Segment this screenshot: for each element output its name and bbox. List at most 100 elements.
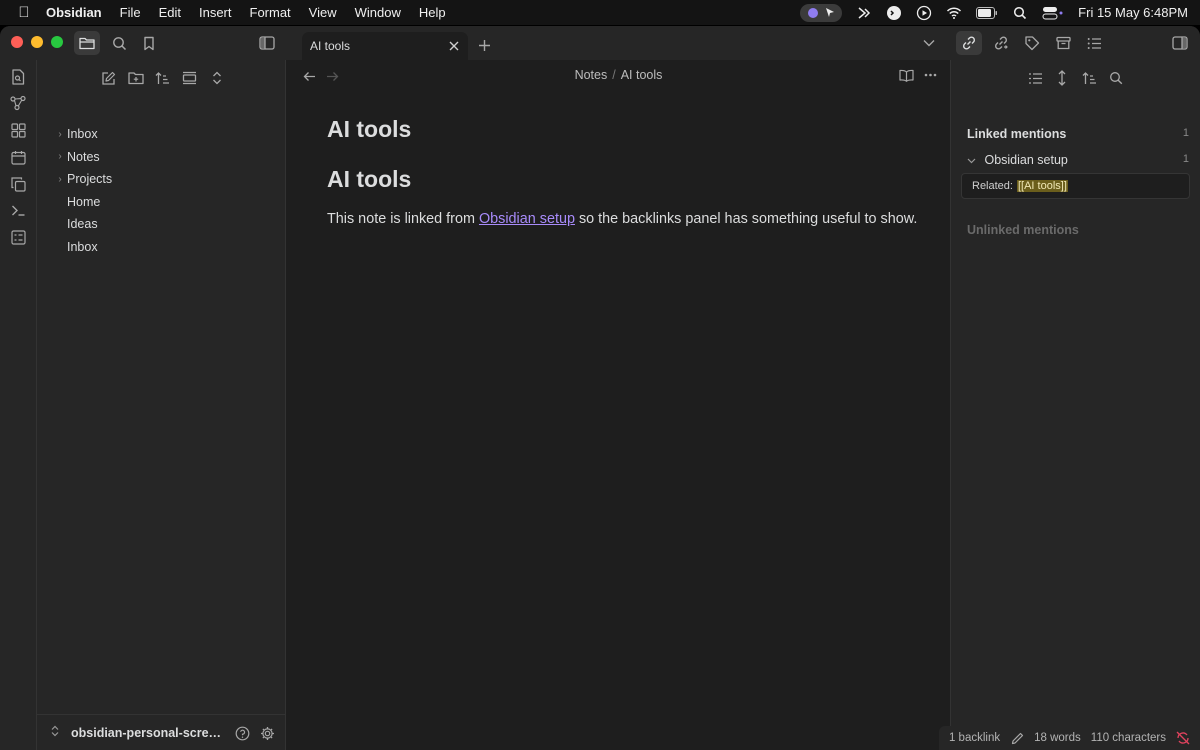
tree-file-home[interactable]: Home: [37, 191, 286, 214]
sync-status-button[interactable]: [1176, 731, 1190, 745]
breadcrumb-separator: /: [612, 68, 616, 82]
outgoing-links-tab-button[interactable]: [988, 31, 1014, 55]
menu-format[interactable]: Format: [250, 5, 291, 20]
new-note-button[interactable]: [97, 68, 120, 88]
open-bases-button[interactable]: [9, 228, 27, 246]
insert-template-button[interactable]: [9, 175, 27, 193]
linked-mentions-header[interactable]: Linked mentions 1: [967, 127, 1189, 141]
list-icon: [1028, 72, 1042, 84]
control-center-icon[interactable]: [1042, 5, 1064, 21]
file-search-icon: [12, 69, 25, 85]
search-tab-button[interactable]: [106, 31, 132, 55]
tree-folder-notes[interactable]: › Notes: [37, 146, 286, 169]
snippet-highlighted-link[interactable]: [[AI tools]]: [1016, 180, 1068, 192]
chevron-right-icon: ›: [58, 173, 62, 185]
book-open-icon: [898, 69, 914, 82]
backlink-source-obsidian-setup[interactable]: Obsidian setup 1: [967, 153, 1189, 167]
inline-title[interactable]: AI tools: [327, 116, 927, 146]
minimize-window-button[interactable]: [31, 36, 43, 48]
close-window-button[interactable]: [11, 36, 23, 48]
archive-tab-button[interactable]: [1050, 31, 1076, 55]
status-backlinks-count[interactable]: 1 backlink: [949, 732, 1000, 744]
menu-help[interactable]: Help: [419, 5, 446, 20]
backlinks-link-icon: [962, 36, 976, 50]
breadcrumb-file[interactable]: AI tools: [621, 68, 663, 82]
sort-ascending-icon: [1082, 72, 1096, 84]
help-button[interactable]: [233, 724, 251, 742]
open-quick-switcher-button[interactable]: [9, 68, 27, 86]
collapse-results-button[interactable]: [1026, 69, 1044, 87]
menu-edit[interactable]: Edit: [159, 5, 181, 20]
tree-file-ideas[interactable]: Ideas: [37, 213, 286, 236]
tag-icon: [1025, 36, 1040, 51]
tree-item-label: Inbox: [67, 239, 98, 254]
settings-button[interactable]: [258, 724, 276, 742]
toggle-left-sidebar-button[interactable]: [254, 31, 280, 55]
change-sort-order-backlinks-button[interactable]: [1080, 69, 1098, 87]
open-daily-note-button[interactable]: [9, 148, 27, 166]
menu-view[interactable]: View: [309, 5, 337, 20]
chevron-right-icon: ›: [58, 128, 62, 140]
close-tab-button[interactable]: [446, 38, 462, 54]
chevrons-up-down-icon: [212, 71, 221, 85]
breadcrumb-folder[interactable]: Notes: [575, 68, 608, 82]
folder-plus-icon: [127, 72, 144, 85]
tab-ai-tools[interactable]: AI tools: [302, 32, 468, 60]
macos-menubar:  Obsidian File Edit Insert Format View …: [0, 0, 1200, 25]
terminal-app-icon[interactable]: [886, 5, 902, 21]
screen-recording-indicator[interactable]: [800, 3, 843, 22]
battery-icon[interactable]: [976, 5, 998, 21]
sidebar-right-icon: [1172, 36, 1188, 50]
tree-folder-projects[interactable]: › Projects: [37, 168, 286, 191]
collapse-all-button[interactable]: [205, 68, 228, 88]
editor-pane: Notes / AI tools AI tools AI tools This no…: [287, 60, 950, 750]
edit-icon: [102, 71, 116, 85]
new-tab-button[interactable]: [471, 33, 497, 57]
show-more-context-button[interactable]: [1053, 69, 1071, 87]
zoom-window-button[interactable]: [51, 36, 63, 48]
note-content[interactable]: AI tools AI tools This note is linked fr…: [327, 116, 927, 229]
menu-window[interactable]: Window: [355, 5, 401, 20]
tree-folder-inbox[interactable]: › Inbox: [37, 123, 286, 146]
move-vertical-icon: [1058, 70, 1066, 86]
internal-link-obsidian-setup[interactable]: Obsidian setup: [479, 211, 575, 227]
shortcut-app-icon[interactable]: [856, 5, 872, 21]
play-icon[interactable]: [916, 5, 932, 21]
tab-list-dropdown-button[interactable]: [916, 31, 942, 55]
tree-item-label: Inbox: [67, 127, 98, 142]
toggle-right-sidebar-button[interactable]: [1167, 31, 1193, 55]
menu-app-name[interactable]: Obsidian: [46, 5, 102, 20]
open-graph-view-button[interactable]: [9, 94, 27, 112]
view-actions: [898, 67, 938, 83]
menu-insert[interactable]: Insert: [199, 5, 232, 20]
unlinked-mentions-header[interactable]: Unlinked mentions: [967, 223, 1079, 237]
menu-file[interactable]: File: [120, 5, 141, 20]
gear-icon: [260, 726, 274, 740]
open-canvas-button[interactable]: [9, 121, 27, 139]
screen-share-icon: [807, 7, 818, 18]
spotlight-search-icon[interactable]: [1012, 5, 1028, 21]
menubar-clock[interactable]: Fri 15 May 6:48PM: [1078, 5, 1188, 20]
wifi-icon[interactable]: [946, 5, 962, 21]
tags-tab-button[interactable]: [1019, 31, 1045, 55]
more-options-button[interactable]: [922, 67, 938, 83]
bookmarks-tab-button[interactable]: [136, 31, 162, 55]
vault-switcher[interactable]: obsidian-personal-screenshots: [37, 714, 286, 750]
edit-mode-button[interactable]: [1010, 731, 1024, 745]
files-tab-button[interactable]: [74, 31, 100, 55]
status-word-count: 18 words: [1034, 732, 1081, 744]
open-command-palette-button[interactable]: [9, 201, 27, 219]
reading-view-button[interactable]: [898, 67, 914, 83]
sidebar-left-icon: [259, 36, 275, 50]
change-sort-order-button[interactable]: [151, 68, 174, 88]
backlinks-tab-button[interactable]: [956, 31, 982, 55]
new-folder-button[interactable]: [124, 68, 147, 88]
backlink-snippet[interactable]: Related: [[AI tools]]: [961, 173, 1190, 199]
auto-reveal-file-button[interactable]: [178, 68, 201, 88]
show-search-filter-button[interactable]: [1107, 69, 1125, 87]
outline-tab-button[interactable]: [1081, 31, 1107, 55]
apple-icon[interactable]: : [12, 4, 36, 21]
tree-file-inbox[interactable]: Inbox: [37, 236, 286, 259]
list-icon: [1087, 37, 1101, 49]
ribbon: [0, 60, 37, 750]
